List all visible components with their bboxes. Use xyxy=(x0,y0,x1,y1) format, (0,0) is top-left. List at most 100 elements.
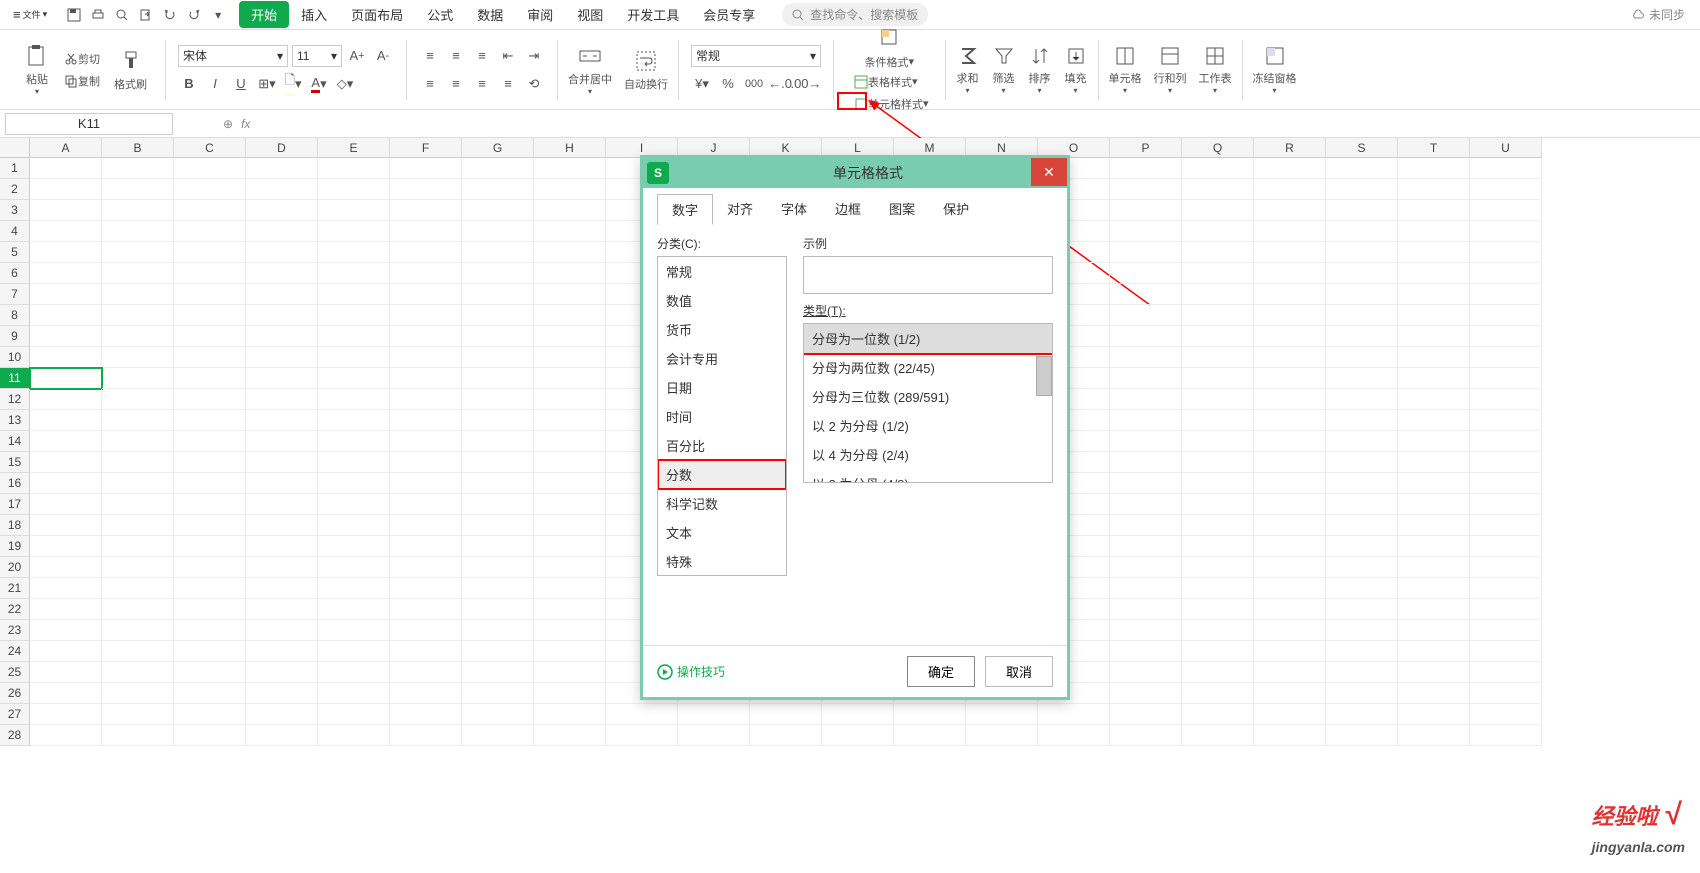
cell[interactable] xyxy=(1110,704,1182,725)
cell[interactable] xyxy=(30,326,102,347)
cell[interactable] xyxy=(1470,557,1542,578)
cell[interactable] xyxy=(1110,389,1182,410)
cell[interactable] xyxy=(462,410,534,431)
cell[interactable] xyxy=(1326,641,1398,662)
cell[interactable] xyxy=(462,578,534,599)
cell[interactable] xyxy=(462,620,534,641)
cell[interactable] xyxy=(318,641,390,662)
worksheet-button[interactable]: 工作表▾ xyxy=(1193,42,1238,97)
cell[interactable] xyxy=(390,578,462,599)
cell[interactable] xyxy=(318,221,390,242)
cell[interactable] xyxy=(462,389,534,410)
cell[interactable] xyxy=(1470,704,1542,725)
cell[interactable] xyxy=(174,494,246,515)
cell[interactable] xyxy=(246,557,318,578)
cell[interactable] xyxy=(1326,179,1398,200)
row-header[interactable]: 15 xyxy=(0,452,30,473)
cell[interactable] xyxy=(390,221,462,242)
rowcol-button[interactable]: 行和列▾ xyxy=(1148,42,1193,97)
cell[interactable] xyxy=(1326,725,1398,746)
cell[interactable] xyxy=(1254,242,1326,263)
cell[interactable] xyxy=(1254,473,1326,494)
cell[interactable] xyxy=(390,305,462,326)
row-header[interactable]: 28 xyxy=(0,725,30,746)
cell[interactable] xyxy=(246,704,318,725)
col-header[interactable]: T xyxy=(1398,138,1470,158)
cell[interactable] xyxy=(30,179,102,200)
cell[interactable] xyxy=(534,326,606,347)
cell[interactable] xyxy=(1470,599,1542,620)
font-name-select[interactable]: 宋体▾ xyxy=(178,45,288,67)
cell[interactable] xyxy=(102,641,174,662)
cell[interactable] xyxy=(1110,683,1182,704)
decrease-decimal-button[interactable]: .00→ xyxy=(795,73,817,95)
cell[interactable] xyxy=(174,620,246,641)
qat-redo-icon[interactable] xyxy=(183,4,205,26)
cell[interactable] xyxy=(1326,662,1398,683)
cell[interactable] xyxy=(102,620,174,641)
cell[interactable] xyxy=(390,368,462,389)
cell[interactable] xyxy=(1398,179,1470,200)
cell[interactable] xyxy=(30,683,102,704)
cell[interactable] xyxy=(1398,704,1470,725)
cell[interactable] xyxy=(102,578,174,599)
cell[interactable] xyxy=(390,452,462,473)
cell[interactable] xyxy=(174,473,246,494)
fill-color-button[interactable]: 🗋▾ xyxy=(282,73,304,95)
cell[interactable] xyxy=(390,179,462,200)
expand-selection-icon[interactable]: ⊕ xyxy=(223,117,233,131)
cell[interactable] xyxy=(1470,494,1542,515)
cell[interactable] xyxy=(318,704,390,725)
cell[interactable] xyxy=(534,431,606,452)
cell[interactable] xyxy=(822,704,894,725)
row-header[interactable]: 26 xyxy=(0,683,30,704)
cell[interactable] xyxy=(1254,200,1326,221)
search-input[interactable]: 查找命令、搜索模板 xyxy=(782,3,928,26)
col-header[interactable]: A xyxy=(30,138,102,158)
cell[interactable] xyxy=(390,683,462,704)
cell[interactable] xyxy=(102,200,174,221)
cell[interactable] xyxy=(102,263,174,284)
cell[interactable] xyxy=(1110,368,1182,389)
cell[interactable] xyxy=(102,599,174,620)
cell[interactable] xyxy=(390,704,462,725)
cell[interactable] xyxy=(1326,326,1398,347)
cell[interactable] xyxy=(1110,515,1182,536)
cell[interactable] xyxy=(1182,683,1254,704)
cell[interactable] xyxy=(318,179,390,200)
cell[interactable] xyxy=(174,158,246,179)
tab-data[interactable]: 数据 xyxy=(465,1,515,28)
cell[interactable] xyxy=(1182,410,1254,431)
cell[interactable] xyxy=(1254,410,1326,431)
cell[interactable] xyxy=(1182,347,1254,368)
cell[interactable] xyxy=(174,578,246,599)
cell[interactable] xyxy=(1470,242,1542,263)
fill-button[interactable]: 填充▾ xyxy=(1058,42,1094,97)
cell[interactable] xyxy=(1254,641,1326,662)
cell[interactable] xyxy=(30,410,102,431)
sort-button[interactable]: 排序▾ xyxy=(1022,42,1058,97)
tab-formula[interactable]: 公式 xyxy=(415,1,465,28)
cell[interactable] xyxy=(246,578,318,599)
cell[interactable] xyxy=(462,704,534,725)
cell[interactable] xyxy=(1398,683,1470,704)
cell[interactable] xyxy=(1110,620,1182,641)
cell[interactable] xyxy=(1182,515,1254,536)
row-header[interactable]: 9 xyxy=(0,326,30,347)
cell[interactable] xyxy=(1110,431,1182,452)
dialog-tab-align[interactable]: 对齐 xyxy=(713,194,767,225)
cell[interactable] xyxy=(1182,662,1254,683)
cell[interactable] xyxy=(678,725,750,746)
cell[interactable] xyxy=(1110,557,1182,578)
cell[interactable] xyxy=(462,347,534,368)
category-item[interactable]: 特殊 xyxy=(658,547,786,576)
qat-save-icon[interactable] xyxy=(63,4,85,26)
dialog-tab-font[interactable]: 字体 xyxy=(767,194,821,225)
cell[interactable] xyxy=(1470,179,1542,200)
cell[interactable] xyxy=(246,368,318,389)
cell[interactable] xyxy=(1110,242,1182,263)
cell[interactable] xyxy=(1398,662,1470,683)
tab-view[interactable]: 视图 xyxy=(565,1,615,28)
row-header[interactable]: 21 xyxy=(0,578,30,599)
align-right-button[interactable]: ≡ xyxy=(471,73,493,95)
